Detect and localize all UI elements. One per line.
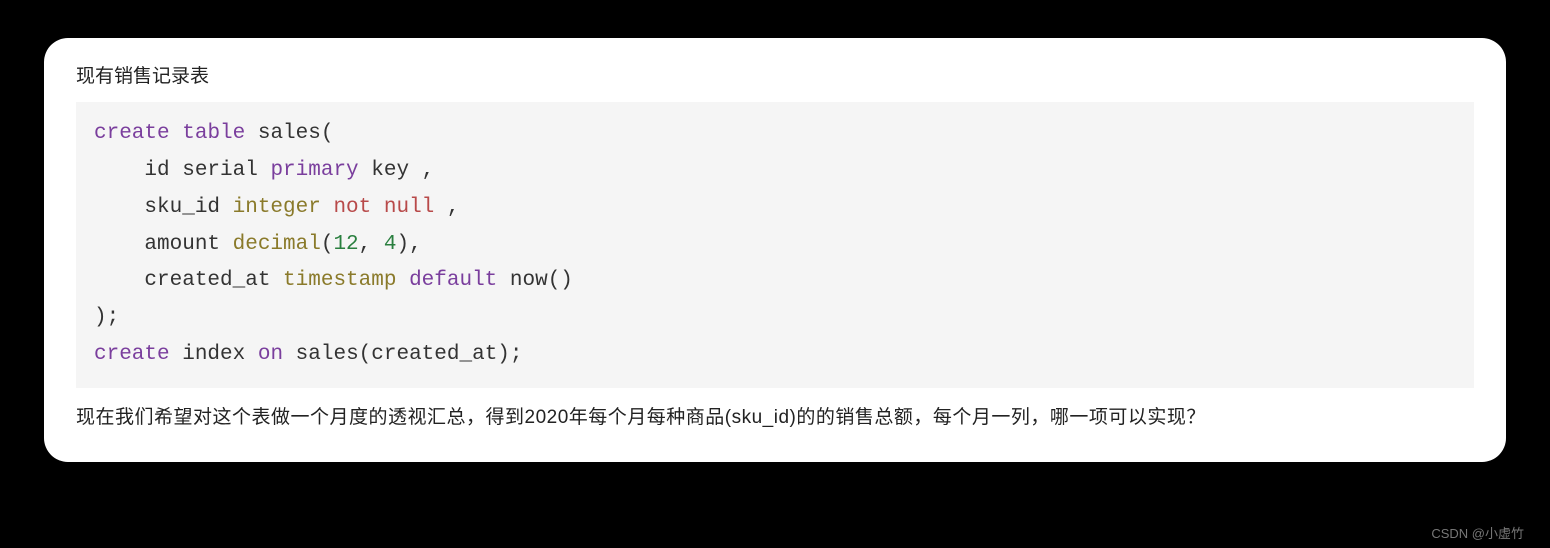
sql-code-block: create table sales( id serial primary ke… <box>76 102 1474 387</box>
code-token: 12 <box>333 233 358 256</box>
code-token: create <box>94 122 170 145</box>
code-token: create <box>94 343 170 366</box>
code-token: integer <box>233 196 321 219</box>
question-paragraph: 现在我们希望对这个表做一个月度的透视汇总，得到2020年每个月每种商品(sku_… <box>76 402 1474 434</box>
code-token: decimal <box>233 233 321 256</box>
code-token: table <box>182 122 245 145</box>
code-token: 4 <box>384 233 397 256</box>
code-token: primary <box>270 159 358 182</box>
code-token: null <box>384 196 434 219</box>
content-card: 现有销售记录表 create table sales( id serial pr… <box>44 38 1506 462</box>
code-token: on <box>258 343 283 366</box>
code-token: timestamp <box>283 269 396 292</box>
code-token: default <box>409 269 497 292</box>
attribution-watermark: CSDN @小虚竹 <box>1431 523 1524 542</box>
code-token: not <box>333 196 371 219</box>
intro-paragraph: 现有销售记录表 <box>76 62 1474 92</box>
